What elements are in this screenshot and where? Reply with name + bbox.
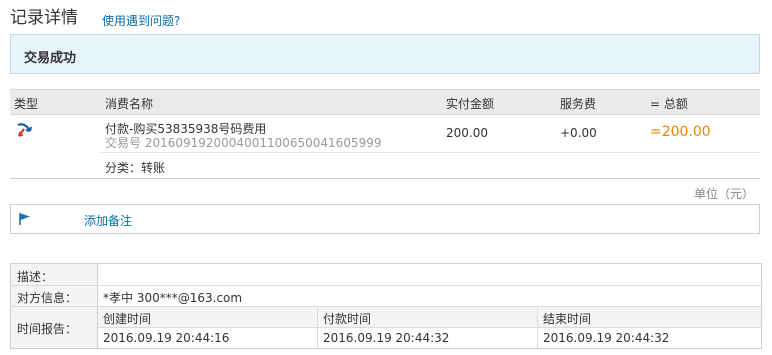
- info-table: 描述： 对方信息： *孝中 300***@163.com 时间报告： 创建时间 …: [10, 263, 762, 349]
- info-divider: [317, 307, 318, 348]
- total-amount: =200.00: [650, 124, 711, 140]
- time-report-label: 时间报告：: [17, 322, 78, 336]
- counterparty-value: *孝中 300***@163.com: [103, 291, 243, 305]
- trade-number: 交易号 2016091920004001100650041605999: [105, 136, 382, 150]
- create-time-label: 创建时间: [103, 312, 152, 326]
- pay-time-value: 2016.09.19 20:44:32: [323, 331, 450, 345]
- add-remark-link[interactable]: 添加备注: [84, 212, 132, 229]
- end-time-value: 2016.09.19 20:44:32: [543, 331, 670, 345]
- create-time-value: 2016.09.19 20:44:16: [103, 331, 230, 345]
- page-title: 记录详情: [10, 8, 78, 28]
- service-fee: +0.00: [560, 126, 597, 140]
- remark-box: 添加备注: [10, 204, 760, 234]
- help-link[interactable]: 使用遇到问题?: [102, 12, 180, 29]
- row-divider: [100, 152, 760, 153]
- counterparty-label: 对方信息：: [17, 291, 78, 305]
- pay-time-label: 付款时间: [323, 312, 372, 326]
- desc-label: 描述：: [17, 270, 54, 284]
- status-banner: 交易成功: [10, 34, 760, 74]
- category: 分类：转账: [105, 161, 166, 175]
- header-type: 类型: [14, 97, 39, 111]
- status-text: 交易成功: [24, 51, 77, 66]
- header-fee: 服务费: [560, 97, 597, 111]
- table-header: 类型 消费名称 实付金额 服务费 = 总额: [10, 89, 760, 115]
- table-row: 付款-购买53835938号码费用 交易号 201609192000400110…: [10, 114, 760, 179]
- header-paid: 实付金额: [446, 97, 495, 111]
- info-divider: [11, 285, 761, 286]
- transfer-arrow-icon: [15, 121, 33, 139]
- time-header-row: [98, 307, 761, 327]
- end-time-label: 结束时间: [543, 312, 592, 326]
- flag-icon: [18, 212, 32, 226]
- header-name: 消费名称: [105, 97, 154, 111]
- paid-amount: 200.00: [446, 126, 488, 140]
- header-total: = 总额: [650, 97, 688, 111]
- info-divider: [537, 307, 538, 348]
- unit-label: 单位（元）: [694, 187, 755, 201]
- info-divider: [98, 327, 761, 328]
